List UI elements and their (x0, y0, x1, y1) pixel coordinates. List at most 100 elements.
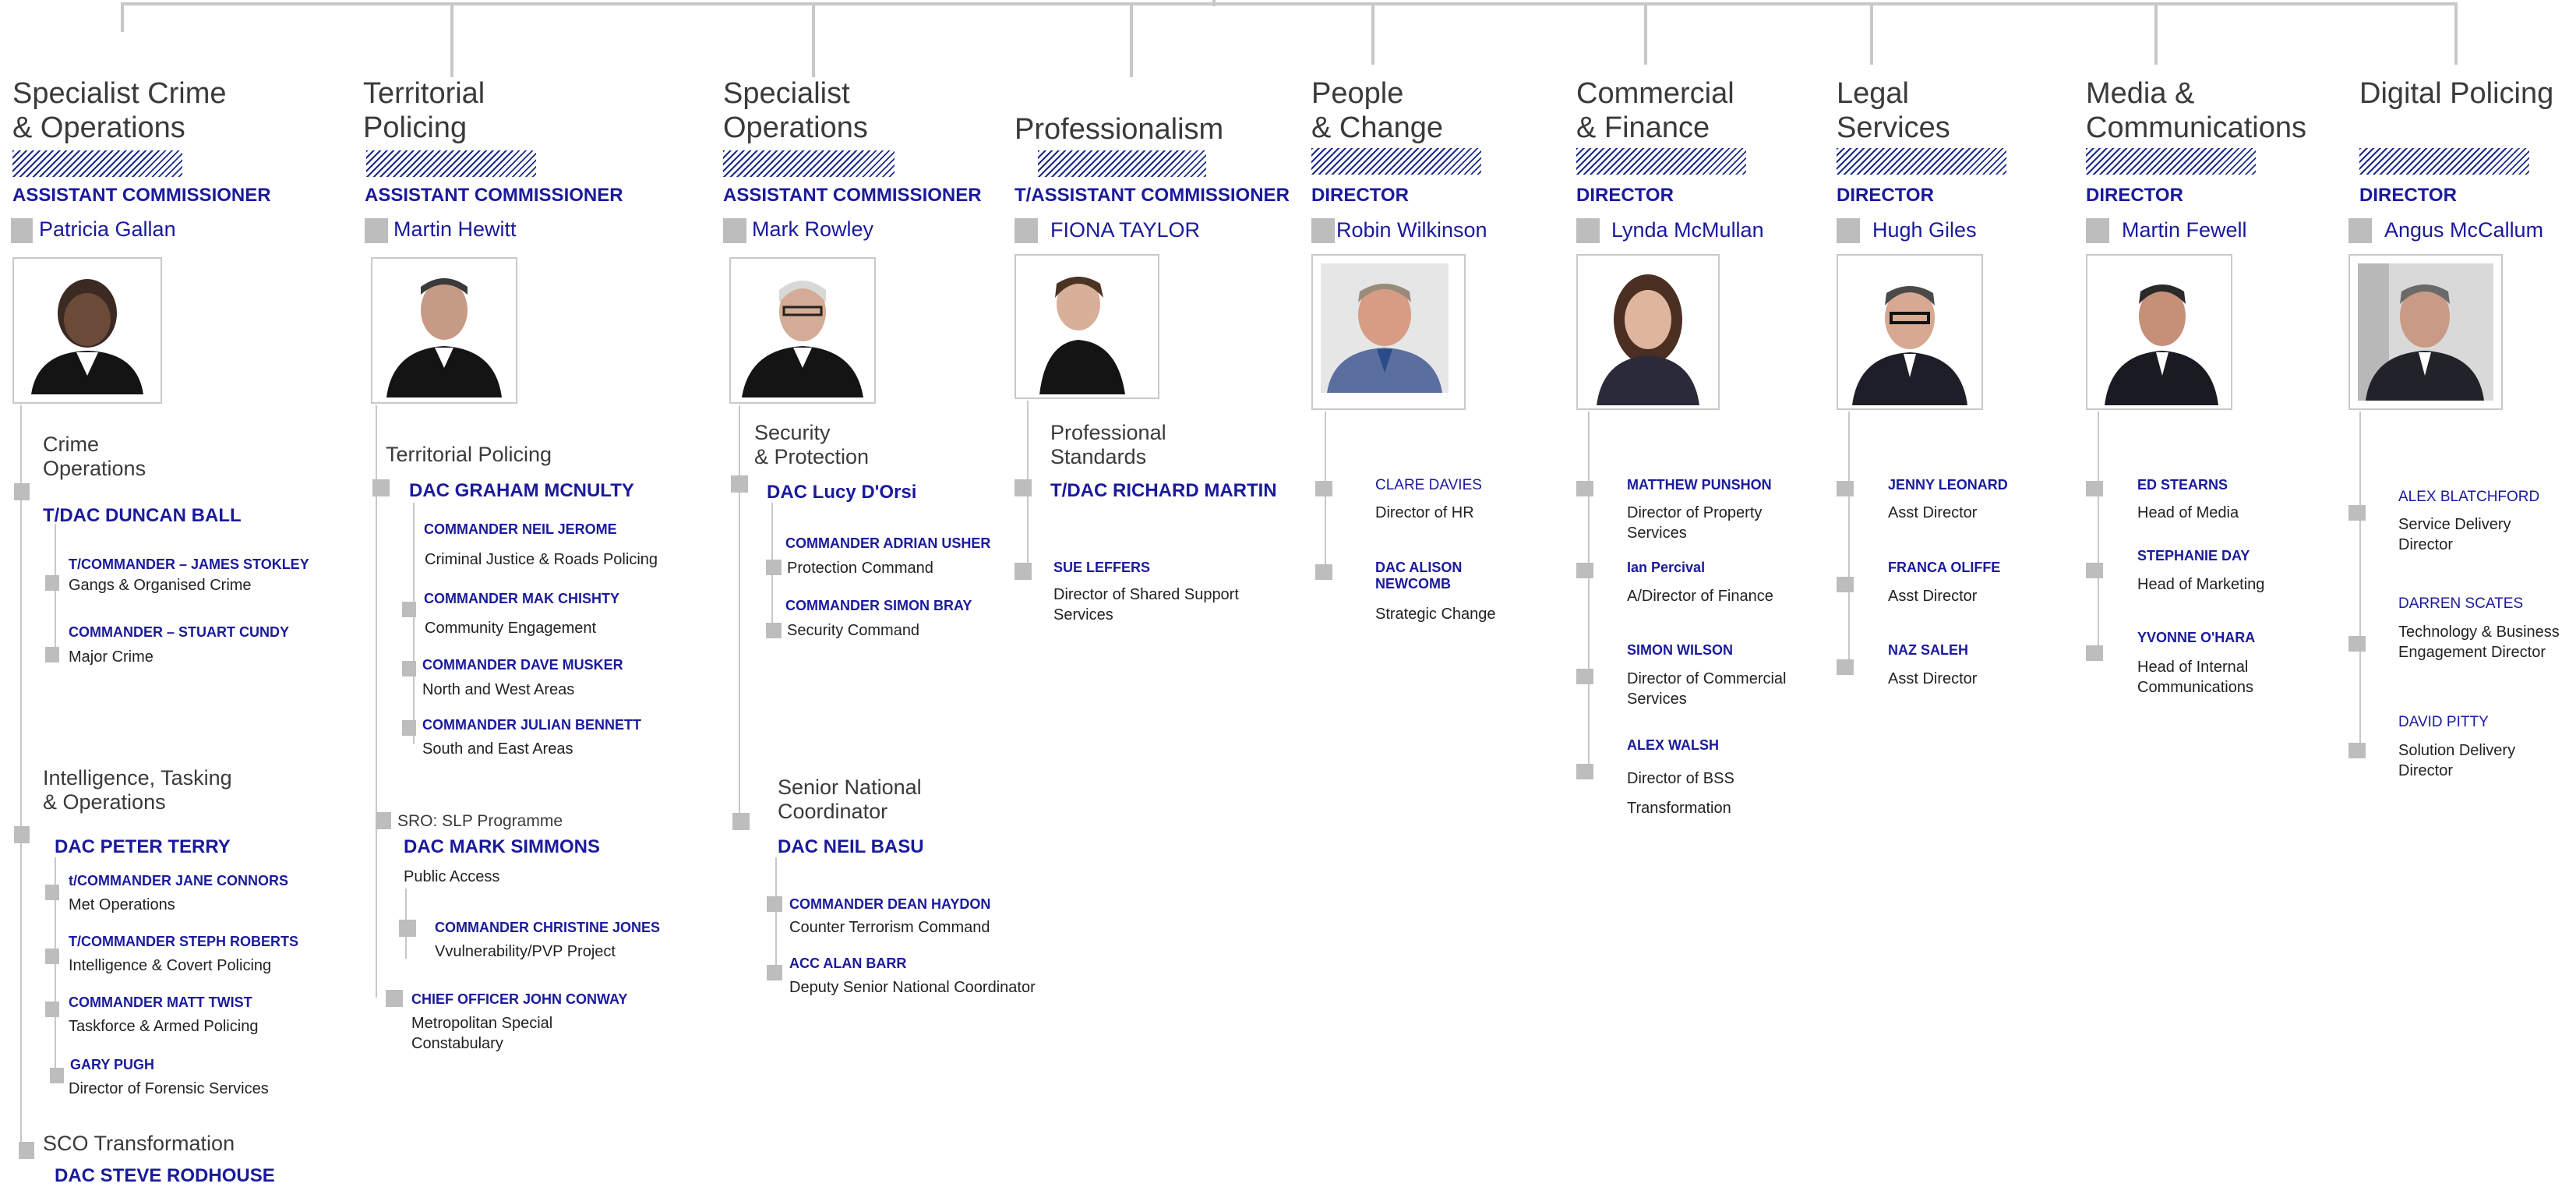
leader-name[interactable]: Patricia Gallan (39, 217, 176, 242)
group-head[interactable]: DAC Lucy D'Orsi (767, 482, 916, 503)
leader-photo (1576, 254, 1720, 410)
leader-photo (1015, 254, 1159, 399)
member-name[interactable]: SIMON WILSON (1627, 642, 1733, 659)
leader-name[interactable]: Mark Rowley (752, 217, 873, 242)
leader-photo (12, 257, 162, 404)
member-name[interactable]: ALEX BLATCHFORD (2398, 489, 2539, 506)
member-bullet (1837, 481, 1854, 496)
leader-name[interactable]: Martin Fewell (2122, 218, 2247, 242)
leader-rank: DIRECTOR (2086, 185, 2183, 206)
member-name[interactable]: DAVID PITTY (2398, 714, 2489, 731)
leader-photo (2086, 254, 2232, 410)
department-title: Professionalism (1015, 113, 1224, 146)
member-name[interactable]: DARREN SCATES (2398, 595, 2523, 613)
department-title: Digital Policing (2359, 77, 2554, 110)
member-role: Intelligence & Covert Policing (69, 957, 272, 974)
member-name[interactable]: ALEX WALSH (1627, 737, 1719, 754)
member-name[interactable]: T/COMMANDER STEPH ROBERTS (69, 934, 298, 950)
member-role: Strategic Change (1375, 606, 1496, 623)
group-head[interactable]: DAC GRAHAM MCNULTY (409, 480, 634, 502)
member-bullet (45, 949, 59, 964)
column-spine (20, 405, 22, 1153)
department-title: Territorial Policing (363, 77, 485, 144)
group-head[interactable]: DAC STEVE RODHOUSE (55, 1165, 275, 1187)
group-head[interactable]: DAC PETER TERRY (55, 836, 231, 858)
member-bullet (45, 575, 59, 591)
group-bullet (732, 813, 750, 830)
member-bullet (1315, 481, 1332, 496)
member-name[interactable]: COMMANDER MATT TWIST (69, 994, 252, 1011)
member-name[interactable]: ED STEARNS (2137, 477, 2228, 493)
member-name[interactable]: T/COMMANDER – JAMES STOKLEY (69, 556, 309, 573)
member-name[interactable]: COMMANDER JULIAN BENNETT (422, 717, 641, 733)
group-head[interactable]: DAC NEIL BASU (778, 836, 924, 858)
column-spine (1588, 412, 1590, 778)
member-name[interactable]: COMMANDER CHRISTINE JONES (435, 920, 660, 936)
member-role: Security Command (787, 622, 920, 639)
leader-rank: DIRECTOR (1311, 185, 1409, 206)
member-name[interactable]: GARY PUGH (70, 1057, 154, 1073)
member-name[interactable]: t/COMMANDER JANE CONNORS (69, 873, 288, 889)
member-name[interactable]: NAZ SALEH (1888, 642, 1968, 659)
member-name[interactable]: COMMANDER ADRIAN USHER (785, 535, 990, 552)
drop-people (1371, 2, 1374, 65)
member-name[interactable]: SUE LEFFERS (1053, 560, 1150, 576)
member-name[interactable]: COMMANDER SIMON BRAY (785, 598, 972, 614)
member-bullet (45, 885, 59, 900)
member-name[interactable]: COMMANDER DAVE MUSKER (422, 657, 623, 673)
member-role: Asst Director (1888, 670, 1978, 687)
member-name[interactable]: ACC ALAN BARR (789, 956, 906, 972)
member-name[interactable]: Ian Percival (1627, 560, 1705, 576)
drop-sco (121, 2, 124, 32)
leader-name[interactable]: Martin Hewitt (393, 217, 517, 242)
department-title: Media & Communications (2086, 77, 2306, 144)
group-head[interactable]: T/DAC DUNCAN BALL (43, 505, 242, 527)
member-role: Major Crime (69, 648, 154, 666)
member-name[interactable]: MATTHEW PUNSHON (1627, 477, 1772, 493)
org-chart: Specialist Crime & Operations ASSISTANT … (0, 0, 2576, 1186)
member-role: Asst Director (1888, 588, 1978, 605)
leader-bullet (11, 218, 33, 243)
leader-name[interactable]: FIONA TAYLOR (1050, 218, 1200, 242)
leader-rank: DIRECTOR (1837, 185, 1934, 206)
member-name[interactable]: CLARE DAVIES (1375, 477, 1482, 494)
portrait-placeholder-icon (2358, 263, 2493, 401)
department-title: People & Change (1311, 77, 1444, 144)
member-bullet (1576, 563, 1593, 578)
leader-bullet (1311, 218, 1335, 243)
member-name[interactable]: COMMANDER DEAN HAYDON (789, 896, 990, 913)
member-role: Gangs & Organised Crime (69, 577, 252, 594)
group-title: Senior National Coordinator (778, 775, 922, 823)
member-name[interactable]: DAC ALISON NEWCOMB (1375, 560, 1484, 592)
member-bullet (2348, 743, 2366, 758)
group-spine (775, 857, 777, 974)
group-head[interactable]: T/DAC RICHARD MARTIN (1050, 480, 1277, 502)
member-role: Director of Shared Support Services (1053, 586, 1239, 624)
member-name[interactable]: FRANCA OLIFFE (1888, 560, 2000, 576)
drop-so (812, 2, 815, 77)
member-name[interactable]: STEPHANIE DAY (2137, 548, 2250, 564)
leader-name[interactable]: Angus McCallum (2384, 218, 2543, 242)
member-name[interactable]: CHIEF OFFICER JOHN CONWAY (411, 991, 627, 1008)
group-head[interactable]: DAC MARK SIMMONS (404, 836, 600, 858)
member-name[interactable]: COMMANDER – STUART CUNDY (69, 624, 289, 641)
leader-name[interactable]: Lynda McMullan (1611, 218, 1764, 242)
member-bullet (1315, 564, 1332, 580)
member-name[interactable]: YVONNE O'HARA (2137, 630, 2255, 646)
leader-rank: DIRECTOR (2359, 185, 2457, 206)
leader-bullet (2086, 218, 2109, 243)
leader-rank: ASSISTANT COMMISSIONER (12, 185, 271, 206)
column-spine (2359, 412, 2361, 754)
member-role: Protection Command (787, 560, 933, 577)
member-name[interactable]: COMMANDER MAK CHISHTY (424, 591, 619, 607)
member-name[interactable]: COMMANDER NEIL JEROME (424, 521, 617, 538)
member-role: Director of Forensic Services (69, 1080, 269, 1097)
portrait-placeholder-icon (22, 267, 153, 394)
hatch-band (2086, 148, 2256, 175)
leader-name[interactable]: Robin Wilkinson (1336, 218, 1487, 242)
portrait-placeholder-icon (1039, 277, 1125, 394)
group-title: Professional Standards (1050, 421, 1166, 468)
group-title: SRO: SLP Programme (397, 812, 563, 830)
leader-name[interactable]: Hugh Giles (1872, 218, 1977, 242)
member-name[interactable]: JENNY LEONARD (1888, 477, 2008, 493)
